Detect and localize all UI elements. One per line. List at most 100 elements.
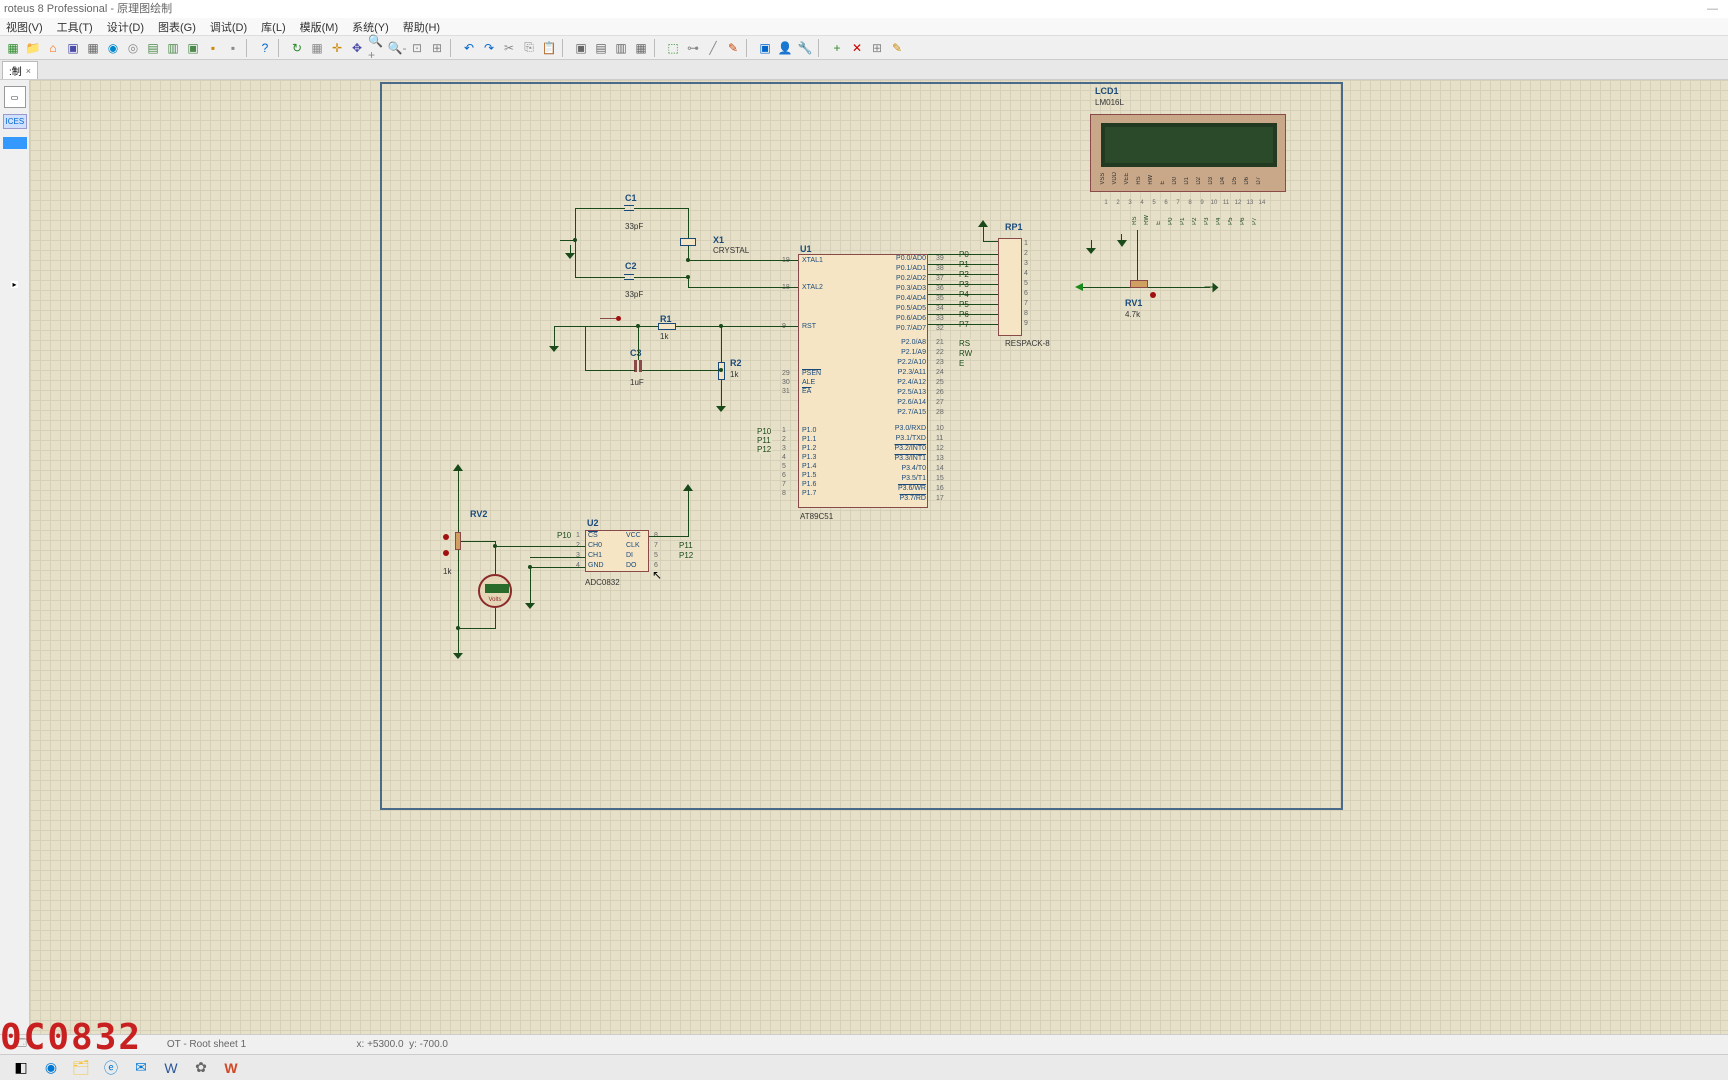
u1-pin-text: P2.5/A13: [897, 389, 926, 396]
block-rotate-icon[interactable]: ▥: [612, 39, 630, 57]
gerber-icon[interactable]: ◎: [124, 39, 142, 57]
notes-icon[interactable]: ▪: [224, 39, 242, 57]
devices-label[interactable]: ICES: [3, 114, 27, 129]
bom2-icon[interactable]: ▥: [164, 39, 182, 57]
delete-sheet-icon[interactable]: ✕: [848, 39, 866, 57]
wire: [458, 550, 459, 645]
rv1[interactable]: [1130, 280, 1148, 288]
taskbar-start-icon[interactable]: ◧: [10, 1057, 32, 1079]
x1[interactable]: [680, 238, 696, 246]
copy-icon[interactable]: ⎘: [520, 39, 538, 57]
rv1-wiper-dot[interactable]: [1150, 292, 1156, 298]
lcd-net-label: P2: [1192, 215, 1204, 225]
taskbar-explorer-icon[interactable]: 🗂: [70, 1057, 92, 1079]
menu-template[interactable]: 模版(M): [300, 19, 339, 35]
pcb-icon[interactable]: ▦: [84, 39, 102, 57]
home-icon[interactable]: ⌂: [44, 39, 62, 57]
device-selected[interactable]: [3, 137, 27, 149]
taskbar-word-icon[interactable]: W: [160, 1057, 182, 1079]
status-sheet: OT - Root sheet 1: [167, 1039, 246, 1050]
edit-icon[interactable]: ✎: [888, 39, 906, 57]
paste-icon[interactable]: 📋: [540, 39, 558, 57]
block-delete-icon[interactable]: ▦: [632, 39, 650, 57]
canvas-wrap[interactable]: LCD1 LM016L VSSVDDVEERSRWED0D1D2D3D4D5D6…: [30, 80, 1728, 1034]
bus-tool-icon[interactable]: ✎: [724, 39, 742, 57]
refresh-icon[interactable]: ↻: [288, 39, 306, 57]
open-icon[interactable]: 📁: [24, 39, 42, 57]
lcd-pin-label: VSS: [1100, 172, 1112, 185]
taskbar-edge-icon[interactable]: ◉: [40, 1057, 62, 1079]
taskbar-app-icon[interactable]: ✿: [190, 1057, 212, 1079]
rotate-handle[interactable]: ▸: [11, 281, 18, 288]
zoom-out-icon[interactable]: 🔍-: [388, 39, 406, 57]
wire: [458, 628, 496, 629]
tab-close-icon[interactable]: ×: [26, 66, 31, 76]
3d-icon[interactable]: ◉: [104, 39, 122, 57]
pick-icon[interactable]: ⬚: [664, 39, 682, 57]
menu-graph[interactable]: 图表(G): [158, 19, 196, 35]
block-copy-icon[interactable]: ▣: [572, 39, 590, 57]
prop-icon[interactable]: ⊞: [868, 39, 886, 57]
reset-button[interactable]: [600, 314, 616, 324]
u1-pin-num: 17: [936, 495, 944, 502]
rp1[interactable]: [998, 238, 1022, 336]
cut-icon[interactable]: ✂: [500, 39, 518, 57]
rv2-dot-down[interactable]: [443, 550, 449, 556]
tab-schematic[interactable]: :制 ×: [2, 61, 38, 79]
add-sheet-icon[interactable]: +: [828, 39, 846, 57]
u2-pin-text: CH0: [588, 542, 602, 549]
schematic-icon[interactable]: ▣: [64, 39, 82, 57]
lcd-pin-num: 10: [1208, 200, 1220, 206]
wire-tool-icon[interactable]: ╱: [704, 39, 722, 57]
menu-view[interactable]: 视图(V): [6, 19, 43, 35]
bom-icon[interactable]: ▤: [144, 39, 162, 57]
wire: [649, 536, 689, 537]
reset-btn-dot[interactable]: [616, 316, 621, 321]
menu-help[interactable]: 帮助(H): [403, 19, 440, 35]
menu-system[interactable]: 系统(Y): [352, 19, 389, 35]
rv1-ref: RV1: [1125, 298, 1142, 308]
menu-tools[interactable]: 工具(T): [57, 19, 93, 35]
redo-icon[interactable]: ↷: [480, 39, 498, 57]
help-icon[interactable]: ?: [256, 39, 274, 57]
undo-icon[interactable]: ↶: [460, 39, 478, 57]
block-move-icon[interactable]: ▤: [592, 39, 610, 57]
u1-pin-text: EA: [802, 388, 811, 395]
zoom-fit-icon[interactable]: ⊡: [408, 39, 426, 57]
menu-design[interactable]: 设计(D): [107, 19, 144, 35]
wire: [721, 380, 722, 398]
u2-val: ADC0832: [585, 578, 620, 587]
taskbar-ie-icon[interactable]: ⓔ: [100, 1057, 122, 1079]
wire: [554, 326, 585, 327]
grid-icon[interactable]: ▦: [308, 39, 326, 57]
window-minimize[interactable]: —: [1707, 0, 1718, 18]
vsm-icon[interactable]: ▪: [204, 39, 222, 57]
lcd-net-label: P5: [1228, 215, 1240, 225]
sim-pause-icon[interactable]: 🔧: [796, 39, 814, 57]
menu-debug[interactable]: 调试(D): [210, 19, 247, 35]
lcd-pin-label: RW: [1148, 172, 1160, 185]
pan-icon[interactable]: ✥: [348, 39, 366, 57]
u2-pin-num: 7: [654, 542, 658, 549]
zoom-in-icon[interactable]: 🔍+: [368, 39, 386, 57]
ide-icon[interactable]: ▣: [184, 39, 202, 57]
x1-val: CRYSTAL: [713, 246, 749, 255]
overview-box[interactable]: ▭: [4, 86, 26, 108]
tab-bar: :制 ×: [0, 60, 1728, 80]
origin-icon[interactable]: ✛: [328, 39, 346, 57]
taskbar-wps-icon[interactable]: W: [220, 1057, 242, 1079]
u2-gnd-icon: [527, 595, 534, 609]
c1-ref: C1: [625, 193, 637, 203]
taskbar-mail-icon[interactable]: ✉: [130, 1057, 152, 1079]
sim-play-icon[interactable]: ▣: [756, 39, 774, 57]
r1[interactable]: [658, 323, 676, 330]
wire-label-icon[interactable]: ⊶: [684, 39, 702, 57]
sim-step-icon[interactable]: 👤: [776, 39, 794, 57]
rv2-dot-up[interactable]: [443, 534, 449, 540]
menu-library[interactable]: 库(L): [261, 19, 285, 35]
voltmeter[interactable]: Volts: [478, 574, 512, 608]
canvas[interactable]: LCD1 LM016L VSSVDDVEERSRWED0D1D2D3D4D5D6…: [30, 80, 1728, 1034]
zoom-area-icon[interactable]: ⊞: [428, 39, 446, 57]
new-icon[interactable]: ▦: [4, 39, 22, 57]
status-bar: 🗔 OT - Root sheet 1 x: +5300.0 y: -700.0: [0, 1034, 1728, 1054]
